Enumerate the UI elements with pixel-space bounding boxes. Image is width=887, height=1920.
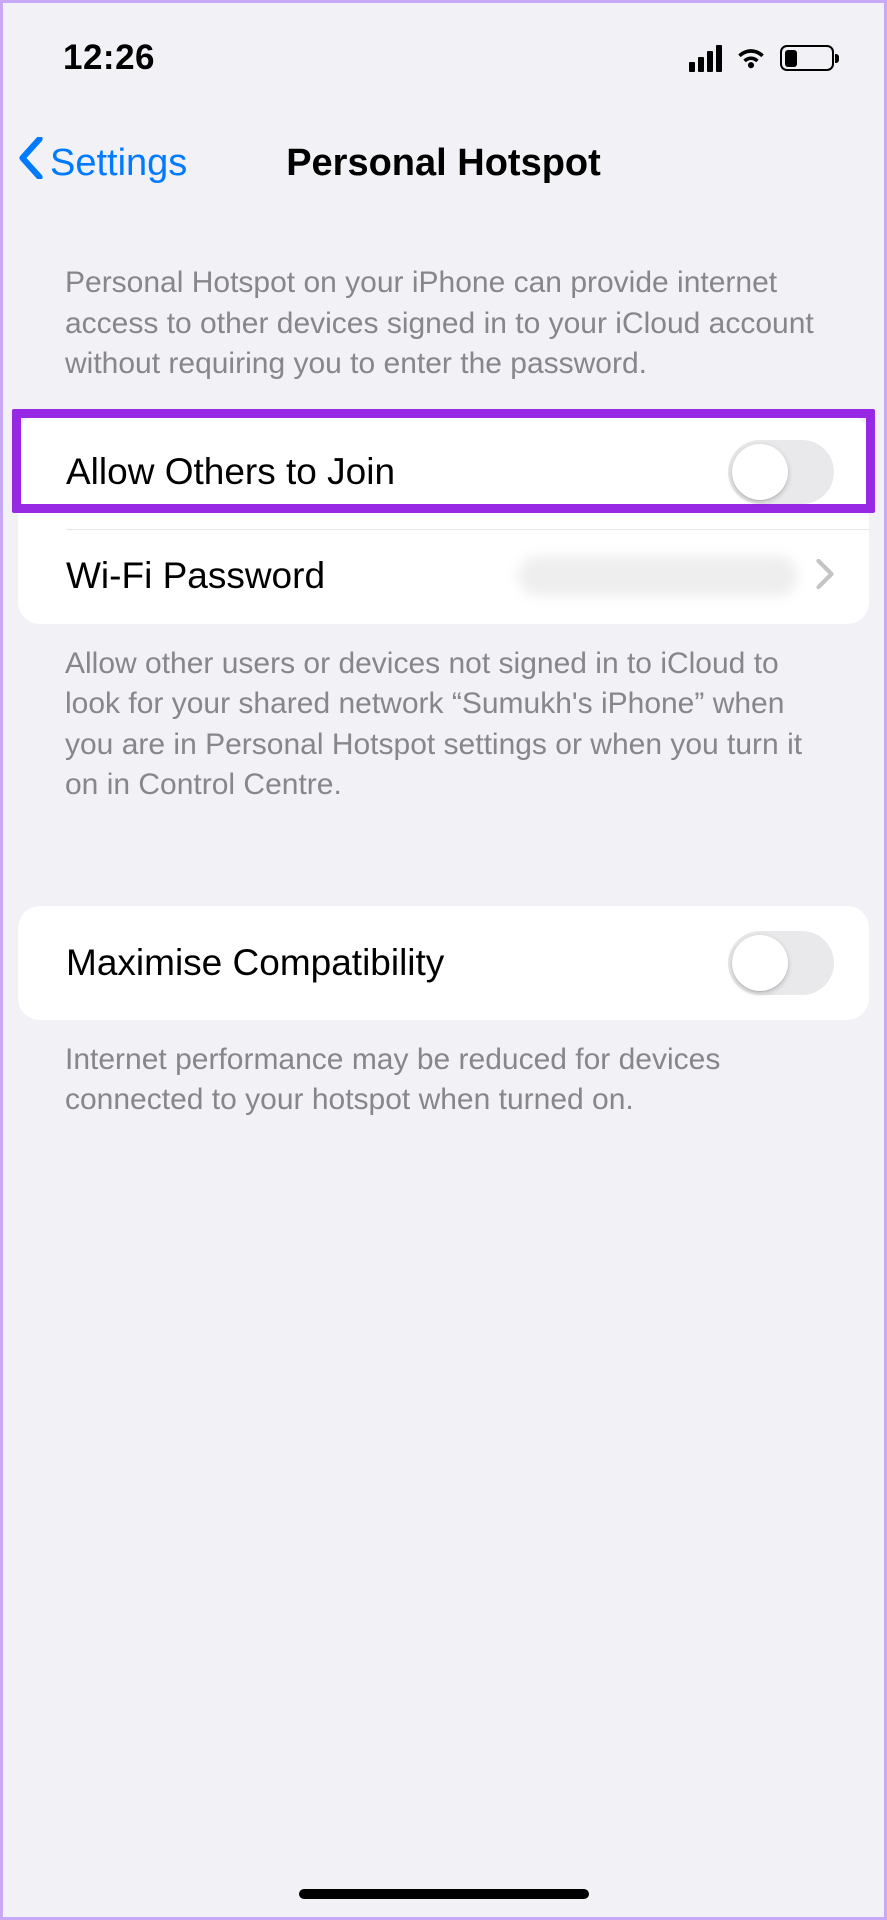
status-bar: 12:26 xyxy=(3,3,884,103)
row-label: Allow Others to Join xyxy=(66,451,395,493)
status-time: 12:26 xyxy=(63,38,155,78)
row-wifi-password[interactable]: Wi-Fi Password xyxy=(18,529,869,624)
row-label: Maximise Compatibility xyxy=(66,942,444,984)
row-maximise-compatibility[interactable]: Maximise Compatibility xyxy=(18,906,869,1020)
chevron-right-icon xyxy=(816,559,834,594)
back-label: Settings xyxy=(50,142,187,185)
nav-bar: Settings Personal Hotspot xyxy=(3,103,884,203)
settings-group-hotspot: Allow Others to Join Wi-Fi Password xyxy=(18,415,869,624)
maximise-compatibility-toggle[interactable] xyxy=(728,931,834,995)
home-indicator[interactable] xyxy=(299,1889,589,1899)
section-header-description: Personal Hotspot on your iPhone can prov… xyxy=(3,263,884,415)
wifi-icon xyxy=(734,45,768,71)
cellular-signal-icon xyxy=(689,45,722,72)
page-title: Personal Hotspot xyxy=(286,142,601,185)
battery-icon xyxy=(780,45,834,71)
allow-others-toggle[interactable] xyxy=(728,440,834,504)
row-allow-others-to-join[interactable]: Allow Others to Join xyxy=(18,415,869,529)
chevron-left-icon xyxy=(18,137,44,189)
settings-group-compatibility: Maximise Compatibility xyxy=(18,906,869,1020)
section-footer-description: Internet performance may be reduced for … xyxy=(3,1020,884,1121)
wifi-password-value-redacted xyxy=(518,556,798,596)
section-footer-description: Allow other users or devices not signed … xyxy=(3,624,884,806)
status-icons xyxy=(689,45,834,72)
row-label: Wi-Fi Password xyxy=(66,555,325,597)
back-button[interactable]: Settings xyxy=(18,137,187,189)
